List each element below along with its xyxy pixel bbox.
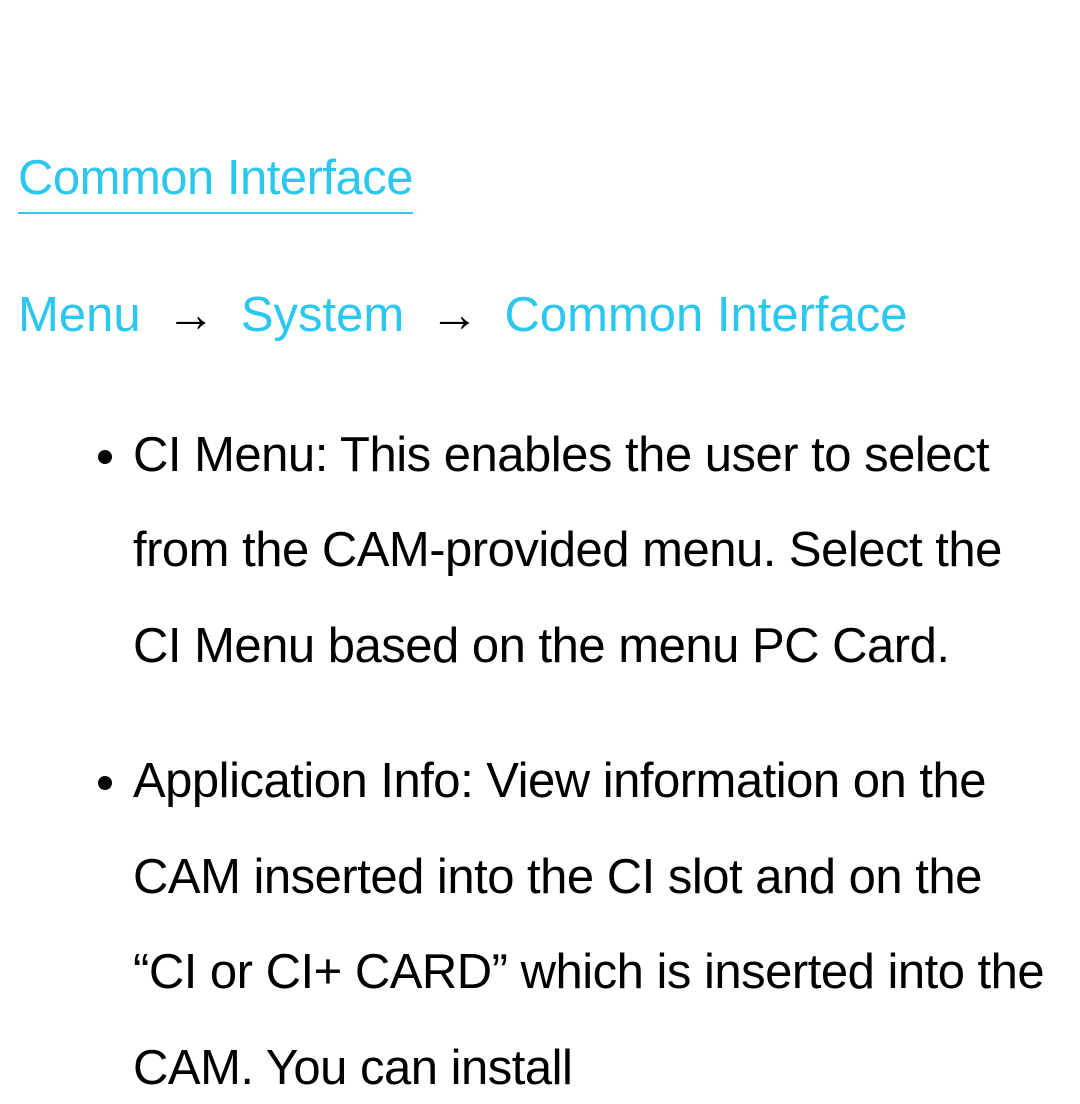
breadcrumb-item-system: System	[241, 288, 404, 342]
feature-list: CI Menu: This enables the user to select…	[18, 408, 1062, 1104]
breadcrumb-item-menu: Menu	[18, 288, 141, 342]
list-item: CI Menu: This enables the user to select…	[133, 408, 1062, 695]
page-title: Common Interface	[18, 150, 413, 214]
list-item: Application Info: View information on th…	[133, 734, 1062, 1104]
arrow-icon: →	[418, 288, 491, 342]
arrow-icon: →	[154, 288, 227, 342]
list-item-term: CI Menu	[133, 428, 315, 482]
breadcrumb-item-common-interface: Common Interface	[504, 288, 907, 342]
breadcrumb: Menu → System → Common Interface	[18, 284, 1062, 348]
document-page: Common Interface Menu → System → Common …	[0, 0, 1080, 1104]
list-item-term: Application Info	[133, 754, 460, 808]
